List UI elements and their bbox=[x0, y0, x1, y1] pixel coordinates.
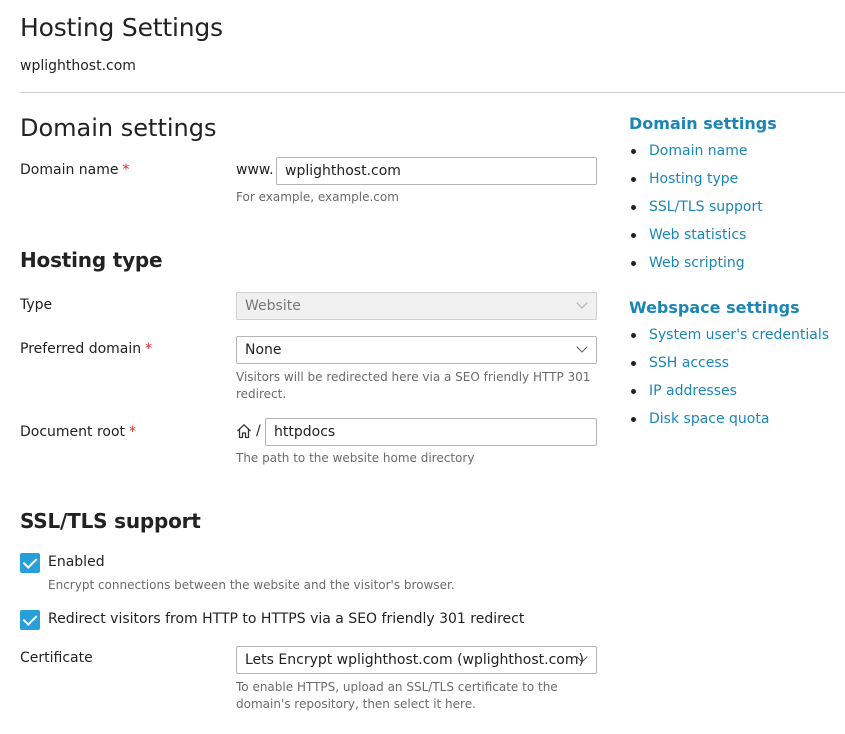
required-mark: * bbox=[145, 341, 153, 357]
document-root-label-text: Document root bbox=[20, 424, 126, 440]
ssl-enabled-checkbox[interactable] bbox=[20, 553, 40, 573]
https-redirect-checkbox[interactable] bbox=[20, 610, 40, 630]
sidebar-link-disk-quota[interactable]: Disk space quota bbox=[629, 410, 829, 438]
sidebar-webspace-heading[interactable]: Webspace settings bbox=[629, 298, 800, 317]
preferred-domain-select[interactable]: None bbox=[236, 336, 597, 364]
sidebar-link-ssl-tls[interactable]: SSL/TLS support bbox=[629, 198, 763, 226]
sidebar-link-system-user[interactable]: System user's credentials bbox=[629, 326, 829, 354]
chevron-down-icon bbox=[576, 341, 588, 353]
sidebar-link-ssh-access[interactable]: SSH access bbox=[629, 354, 829, 382]
preferred-domain-hint: Visitors will be redirected here via a S… bbox=[236, 370, 591, 401]
type-select-value: Website bbox=[245, 298, 301, 314]
preferred-domain-value: None bbox=[245, 342, 282, 358]
sidebar-domain-links: Domain name Hosting type SSL/TLS support… bbox=[629, 142, 763, 282]
ssl-heading: SSL/TLS support bbox=[20, 509, 201, 533]
home-icon bbox=[237, 424, 251, 439]
sidebar-link-domain-name[interactable]: Domain name bbox=[629, 142, 763, 170]
domain-subtitle: wplighthost.com bbox=[20, 58, 136, 74]
preferred-domain-label-text: Preferred domain bbox=[20, 341, 142, 357]
domain-name-label-text: Domain name bbox=[20, 162, 119, 178]
docroot-slash: / bbox=[256, 423, 261, 439]
page-title: Hosting Settings bbox=[20, 13, 223, 42]
sidebar-link-web-scripting[interactable]: Web scripting bbox=[629, 254, 763, 282]
ssl-enabled-label[interactable]: Enabled bbox=[48, 554, 105, 570]
domain-name-hint: For example, example.com bbox=[236, 190, 399, 204]
sidebar-webspace-links: System user's credentials SSH access IP … bbox=[629, 326, 829, 438]
document-root-label: Document root * bbox=[20, 424, 136, 440]
domain-name-input[interactable]: wplighthost.com bbox=[276, 157, 597, 185]
certificate-hint: To enable HTTPS, upload an SSL/TLS certi… bbox=[236, 680, 558, 711]
hosting-type-heading: Hosting type bbox=[20, 248, 163, 272]
sidebar-link-hosting-type[interactable]: Hosting type bbox=[629, 170, 763, 198]
type-select: Website bbox=[236, 292, 597, 320]
required-mark: * bbox=[129, 424, 137, 440]
domain-settings-heading: Domain settings bbox=[20, 114, 217, 142]
www-prefix: www. bbox=[236, 162, 274, 178]
sidebar-link-web-statistics[interactable]: Web statistics bbox=[629, 226, 763, 254]
required-mark: * bbox=[122, 162, 130, 178]
preferred-domain-label: Preferred domain * bbox=[20, 341, 152, 357]
header-divider bbox=[20, 92, 845, 93]
domain-name-label: Domain name * bbox=[20, 162, 129, 178]
certificate-select[interactable]: Lets Encrypt wplighthost.com (wplighthos… bbox=[236, 646, 597, 674]
chevron-down-icon bbox=[576, 297, 588, 309]
sidebar-link-ip-addresses[interactable]: IP addresses bbox=[629, 382, 829, 410]
ssl-enabled-hint: Encrypt connections between the website … bbox=[48, 578, 455, 592]
sidebar-domain-heading[interactable]: Domain settings bbox=[629, 114, 777, 133]
https-redirect-label[interactable]: Redirect visitors from HTTP to HTTPS via… bbox=[48, 611, 524, 627]
document-root-input[interactable]: httpdocs bbox=[265, 418, 597, 446]
certificate-label: Certificate bbox=[20, 650, 93, 666]
type-label: Type bbox=[20, 297, 53, 313]
document-root-hint: The path to the website home directory bbox=[236, 451, 475, 465]
certificate-value: Lets Encrypt wplighthost.com (wplighthos… bbox=[245, 652, 584, 668]
